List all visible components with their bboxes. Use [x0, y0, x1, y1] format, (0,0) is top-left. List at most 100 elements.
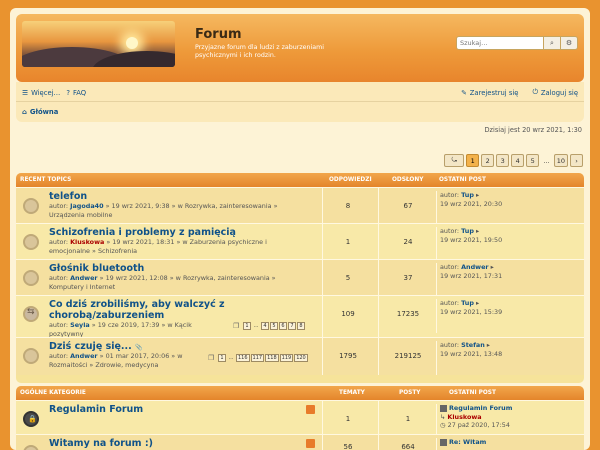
site-header: Forum Przyjazne forum dla ludzi z zaburz… — [16, 14, 584, 82]
topic-title-link[interactable]: Dziś czuję się... 📎 — [49, 341, 143, 352]
views-count: 219125 — [394, 352, 422, 360]
column-divider — [378, 296, 379, 337]
breadcrumb-home[interactable]: ⌂ Główna — [22, 108, 58, 116]
last-post-author[interactable]: Stefan — [461, 341, 485, 349]
category-row: Regulamin Forum 1 1 Regulamin Forum ↳ Kl… — [16, 400, 584, 438]
topic-page-link[interactable]: 1 — [218, 354, 226, 362]
power-icon: ⏻ — [532, 88, 538, 96]
topic-title-link[interactable]: Schizofrenia i problemy z pamięcią — [49, 227, 236, 238]
topic-page-link[interactable]: 120 — [294, 354, 308, 362]
register-link[interactable]: ✎ Zarejestruj się — [461, 88, 518, 97]
page-10[interactable]: 10 — [553, 154, 568, 167]
topic-page-link[interactable]: 117 — [250, 354, 265, 362]
topics-column-header: TEMATY — [339, 390, 365, 396]
pages-icon: ❐ — [208, 354, 215, 362]
column-divider — [378, 338, 379, 375]
page-4[interactable]: 4 — [511, 154, 525, 167]
faq-link[interactable]: ? FAQ — [66, 89, 86, 97]
column-divider — [322, 401, 323, 434]
meta-forum: Urządzenia mobilne — [49, 210, 113, 219]
author-link[interactable]: Kluskowa — [70, 238, 104, 246]
jump-to-page-button[interactable]: ⤿ — [444, 154, 465, 167]
goto-post-icon[interactable]: ▸ — [487, 341, 490, 349]
answers-count: 109 — [341, 310, 355, 318]
last-post-info: autor: Stefan ▸ 19 wrz 2021, 13:48 — [436, 341, 576, 375]
topic-title-link[interactable]: Głośnik bluetooth — [49, 263, 144, 274]
author-link[interactable]: Seyla — [70, 321, 90, 329]
category-title-link[interactable]: Regulamin Forum — [49, 404, 143, 415]
last-post-date: 19 wrz 2021, 19:50 — [440, 235, 503, 244]
category-title-link[interactable]: Witamy na forum :) — [49, 438, 153, 449]
search-input[interactable] — [456, 36, 544, 50]
author-link[interactable]: Andwer — [70, 352, 97, 360]
last-post-info: autor: Tup ▸ 19 wrz 2021, 15:39 — [436, 299, 576, 333]
answers-count: 8 — [345, 202, 351, 210]
meta-details: » 19 cze 2019, 17:39 » w Kącik — [91, 321, 192, 329]
clock-icon: ◷ — [440, 421, 446, 429]
topic-pagination: ❐ 1 … 4 5 6 7 8 — [233, 322, 305, 330]
last-post-author[interactable]: Kluskowa — [447, 413, 481, 421]
advanced-search-button[interactable]: ⚙ — [561, 36, 578, 50]
topic-page-link[interactable]: 116 — [236, 354, 250, 362]
topic-title-line: Co dziś zrobiliśmy, aby walczyć z — [49, 299, 225, 310]
topic-page-link[interactable]: 6 — [279, 322, 287, 330]
topic-title-link[interactable]: telefon — [49, 191, 87, 202]
last-post-title[interactable]: Regulamin Forum — [449, 404, 512, 412]
login-label: Zaloguj się — [540, 88, 578, 97]
nav-row-top: ☰ Więcej… ? FAQ ✎ Zarejestruj się ⏻ Zaloguj … — [16, 84, 584, 102]
last-post-author[interactable]: Tup — [461, 227, 474, 235]
current-date: Dzisiaj jest 20 wrz 2021, 1:30 — [484, 126, 582, 134]
last-post-author[interactable]: Andwer — [461, 263, 488, 271]
last-post-info: autor: Andwer ▸ 19 wrz 2021, 17:31 — [436, 263, 576, 297]
posts-count: 664 — [401, 443, 415, 450]
recent-topics-title: RECENT TOPICS — [20, 177, 72, 183]
topic-page-link[interactable]: 7 — [288, 322, 296, 330]
more-menu[interactable]: ☰ Więcej… — [22, 89, 60, 97]
arrow-jump-icon: ⤿ — [451, 156, 457, 164]
rss-feed-icon[interactable] — [306, 405, 315, 414]
topic-page-link[interactable]: 8 — [297, 322, 305, 330]
locked-forum-icon — [23, 411, 39, 427]
column-divider — [322, 338, 323, 375]
faq-label: FAQ — [72, 88, 87, 97]
topic-page-link[interactable]: 119 — [279, 354, 294, 362]
login-link[interactable]: ⏻ Zaloguj się — [532, 88, 578, 97]
search-icon: ⌕ — [550, 38, 554, 47]
goto-post-icon[interactable]: ↳ — [440, 413, 445, 421]
topic-row: Co dziś zrobiliśmy, aby walczyć z chorob… — [16, 295, 584, 338]
last-post-date: 19 wrz 2021, 15:39 — [440, 307, 503, 316]
attachment-icon: 📎 — [135, 344, 143, 351]
page-container: Forum Przyjazne forum dla ludzi z zaburz… — [10, 8, 590, 450]
page-2[interactable]: 2 — [481, 154, 495, 167]
recent-topics-block: RECENT TOPICS ODPOWIEDZI ODSŁONY OSTATNI… — [16, 173, 584, 383]
goto-post-icon[interactable]: ▸ — [491, 263, 494, 271]
meta-details: » 19 wrz 2021, 12:08 » w Rozrywka, zaint… — [99, 274, 276, 282]
topic-title-link[interactable]: Co dziś zrobiliśmy, aby walczyć z chorob… — [49, 299, 225, 321]
topic-page-link[interactable]: 118 — [265, 354, 279, 362]
meta-forum: Rozmaitości » Zdrowie, medycyna — [49, 360, 159, 369]
page-5[interactable]: 5 — [526, 154, 540, 167]
last-post-title[interactable]: Re: Witam — [449, 438, 486, 446]
goto-post-icon[interactable]: ▸ — [476, 299, 479, 307]
last-post-author[interactable]: Tup — [461, 191, 474, 199]
page-3[interactable]: 3 — [496, 154, 510, 167]
author-link[interactable]: Jagoda40 — [70, 202, 103, 210]
last-post-author[interactable]: Tup — [461, 299, 474, 307]
goto-post-icon[interactable]: ▸ — [476, 227, 479, 235]
rss-feed-icon[interactable] — [306, 439, 315, 448]
topic-page-link[interactable]: 1 — [243, 322, 251, 330]
topic-page-link[interactable]: 5 — [270, 322, 278, 330]
author-link[interactable]: Andwer — [70, 274, 97, 282]
gear-icon: ⚙ — [565, 39, 573, 47]
topic-meta: autor: Andwer » 19 wrz 2021, 12:08 » w R… — [49, 274, 311, 291]
meta-prefix: autor: — [49, 274, 69, 282]
site-logo[interactable] — [22, 21, 175, 67]
next-page-button[interactable]: › — [570, 154, 583, 167]
views-column-header: ODSŁONY — [392, 177, 424, 183]
posts-count: 1 — [405, 415, 411, 423]
goto-post-icon[interactable]: ▸ — [476, 191, 479, 199]
topic-page-link[interactable]: 4 — [261, 322, 269, 330]
last-post-date: 19 wrz 2021, 17:31 — [440, 271, 503, 280]
page-1[interactable]: 1 — [466, 154, 480, 167]
search-button[interactable]: ⌕ — [544, 36, 561, 50]
